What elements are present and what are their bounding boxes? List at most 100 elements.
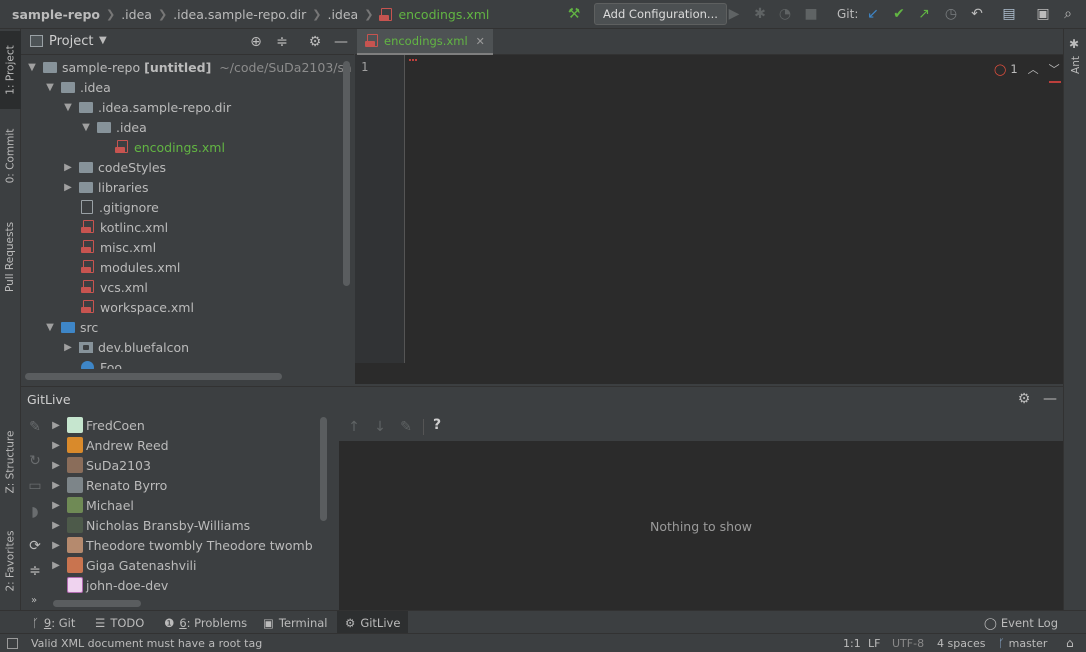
tree-node-codestyles[interactable]: ▶ codeStyles	[61, 157, 166, 177]
list-item[interactable]: ▶ Renato Byrro	[49, 475, 167, 495]
breadcrumb-item-idea-inner[interactable]: .idea	[327, 7, 358, 22]
memory-indicator-icon[interactable]: ⌂	[1066, 636, 1074, 650]
tab-terminal[interactable]: ▣ Terminal	[263, 611, 327, 634]
list-item[interactable]: ▶ Andrew Reed	[49, 435, 169, 455]
tab-problems[interactable]: ❶ 6 : Problems	[164, 611, 247, 634]
tab-git[interactable]: ᚴ 9 : Git	[32, 611, 75, 634]
indent-setting[interactable]: 4 spaces	[937, 634, 986, 652]
gear-icon[interactable]: ⚙	[1013, 388, 1035, 410]
history-clock-icon[interactable]: ◷	[940, 3, 962, 25]
list-item[interactable]: ▶ FredCoen	[49, 415, 145, 435]
comment-icon[interactable]: ▭	[24, 475, 46, 497]
breadcrumb-item-sample-repo[interactable]: sample-repo	[12, 7, 100, 22]
chevron-up-icon[interactable]: ︿	[1028, 61, 1039, 77]
line-separator[interactable]: LF	[868, 634, 880, 652]
tab-favorites[interactable]: 2: Favorites	[0, 519, 21, 603]
breadcrumb-item-encodings-xml[interactable]: encodings.xml	[398, 7, 489, 22]
tab-pull-requests[interactable]: Pull Requests	[0, 209, 21, 305]
search-icon[interactable]: ⌕	[1057, 3, 1079, 25]
code-area[interactable]: ◯ 1 ︿ ﹀	[406, 55, 1063, 363]
git-commit-check-icon[interactable]: ✔	[888, 3, 910, 25]
user-list-horizontal-scrollbar[interactable]	[53, 600, 141, 607]
chevron-down-icon[interactable]: ▼	[25, 62, 39, 73]
help-icon[interactable]: ?	[433, 417, 441, 433]
tree-node-vcs-xml[interactable]: vcs.xml	[81, 277, 148, 297]
chevron-down-icon[interactable]: ▼	[79, 122, 93, 133]
error-stripe-marker[interactable]	[1049, 81, 1061, 83]
close-icon[interactable]: ✕	[476, 35, 485, 48]
chevron-down-icon[interactable]: ▼	[43, 322, 57, 333]
arrow-down-icon[interactable]: ↓	[369, 416, 391, 438]
chevron-right-icon[interactable]: ▶	[49, 440, 63, 451]
project-tree-vertical-scrollbar[interactable]	[343, 61, 350, 286]
inspection-widget[interactable]: ◯ 1 ︿ ﹀	[994, 61, 1060, 77]
status-message[interactable]: Valid XML document must have a root tag	[31, 634, 262, 652]
list-item[interactable]: ▶ SuDa2103	[49, 455, 151, 475]
tab-gitlive[interactable]: ⚙ GitLive	[337, 611, 409, 634]
refresh-icon[interactable]: ↻	[24, 450, 46, 472]
minimize-icon[interactable]: —	[330, 31, 352, 53]
list-item[interactable]: ▶ Nicholas Bransby-Williams	[49, 515, 250, 535]
tab-commit[interactable]: 0: Commit	[0, 117, 21, 195]
run-with-coverage-icon[interactable]: ◔	[774, 3, 796, 25]
run-icon[interactable]: ▶	[723, 3, 745, 25]
pencil-icon[interactable]: ✎	[24, 416, 46, 438]
tab-ant[interactable]: Ant	[1064, 53, 1086, 77]
cat-icon[interactable]: ◗	[24, 501, 46, 523]
toggle-tool-windows-icon[interactable]	[7, 638, 18, 649]
debug-bug-icon[interactable]: ✱	[749, 3, 771, 25]
chevron-right-icon[interactable]: ▶	[61, 162, 75, 173]
presentation-mode-icon[interactable]: ▣	[1032, 3, 1054, 25]
edit-icon[interactable]: ✎	[395, 416, 417, 438]
caret-down-icon[interactable]: ▼	[99, 35, 107, 46]
chevron-down-icon[interactable]: ▼	[43, 82, 57, 93]
file-encoding[interactable]: UTF-8	[892, 634, 924, 652]
list-item[interactable]: ▶ Michael	[49, 495, 134, 515]
tree-node-gitignore[interactable]: .gitignore	[81, 197, 159, 217]
breadcrumb-item-idea-sample-repo-dir[interactable]: .idea.sample-repo.dir	[173, 7, 306, 22]
project-tree-horizontal-scrollbar[interactable]	[25, 373, 282, 380]
tab-project[interactable]: 1: Project	[0, 31, 21, 109]
tree-node-idea[interactable]: ▼ .idea	[43, 77, 111, 97]
tree-node-kotlinc-xml[interactable]: kotlinc.xml	[81, 217, 168, 237]
collapse-all-icon[interactable]: ≑	[271, 31, 293, 53]
tree-node-idea-sample-repo-dir[interactable]: ▼ .idea.sample-repo.dir	[61, 97, 231, 117]
rollback-undo-icon[interactable]: ↶	[966, 3, 988, 25]
tree-node-src[interactable]: ▼ src	[43, 317, 98, 337]
arrow-up-icon[interactable]: ↑	[343, 416, 365, 438]
project-structure-icon[interactable]: ▤	[998, 3, 1020, 25]
tab-event-log[interactable]: ◯ Event Log	[984, 611, 1058, 634]
caret-position[interactable]: 1:1	[843, 634, 861, 652]
user-list-vertical-scrollbar[interactable]	[320, 417, 327, 521]
list-item[interactable]: ▶ Giga Gatenashvili	[49, 555, 197, 575]
more-icon[interactable]: »	[31, 595, 37, 606]
chevron-right-icon[interactable]: ▶	[49, 560, 63, 571]
tab-todo[interactable]: ☰ TODO	[95, 611, 144, 634]
tree-node-modules-xml[interactable]: modules.xml	[81, 257, 180, 277]
minimize-icon[interactable]: —	[1039, 388, 1061, 410]
chevron-right-icon[interactable]: ▶	[61, 182, 75, 193]
chevron-right-icon[interactable]: ▶	[49, 420, 63, 431]
chevron-right-icon[interactable]: ▶	[49, 540, 63, 551]
chevron-down-icon[interactable]: ﹀	[1049, 61, 1060, 77]
gear-icon[interactable]: ⚙	[304, 31, 326, 53]
list-item[interactable]: john-doe-dev	[67, 575, 168, 595]
chevron-right-icon[interactable]: ▶	[49, 500, 63, 511]
project-view-title[interactable]: Project	[49, 34, 93, 49]
tab-structure[interactable]: Z: Structure	[0, 421, 21, 503]
git-push-arrow-icon[interactable]: ↗	[913, 3, 935, 25]
tree-node-sample-repo[interactable]: ▼ sample-repo [untitled] ~/code/SuDa2103…	[25, 57, 352, 77]
git-branch-widget[interactable]: ᚴ master	[998, 634, 1047, 652]
tree-node-foo[interactable]: Foo	[81, 357, 122, 369]
chevron-right-icon[interactable]: ▶	[49, 480, 63, 491]
locate-target-icon[interactable]: ⊕	[245, 31, 267, 53]
chevron-down-icon[interactable]: ▼	[61, 102, 75, 113]
tree-node-dev-bluefalcon[interactable]: ▶ dev.bluefalcon	[61, 337, 189, 357]
stop-icon[interactable]: ■	[800, 3, 822, 25]
tree-node-idea-inner[interactable]: ▼ .idea	[79, 117, 147, 137]
tree-node-libraries[interactable]: ▶ libraries	[61, 177, 148, 197]
breadcrumb-item-idea[interactable]: .idea	[121, 7, 152, 22]
tree-node-encodings-xml[interactable]: encodings.xml	[115, 137, 225, 157]
collapse-icon[interactable]: ≑	[24, 560, 46, 582]
add-configuration-button[interactable]: Add Configuration...	[594, 3, 727, 25]
